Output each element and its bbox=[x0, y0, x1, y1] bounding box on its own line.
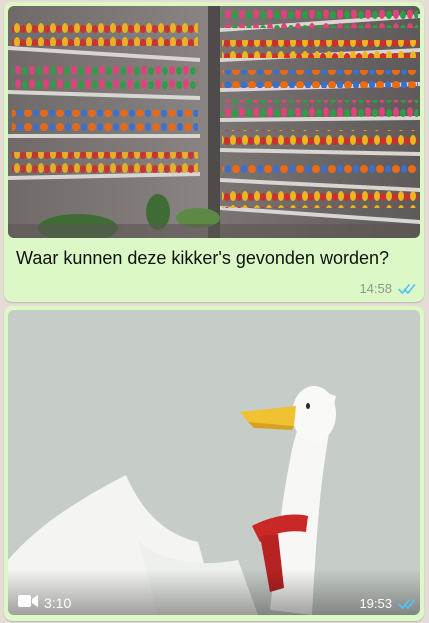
message-bubble-image[interactable]: Waar kunnen deze kikker's gevonden worde… bbox=[4, 2, 424, 302]
double-check-icon bbox=[398, 598, 416, 610]
video-camera-icon bbox=[18, 594, 38, 611]
message-meta: 14:58 bbox=[359, 281, 416, 296]
message-caption: Waar kunnen deze kikker's gevonden worde… bbox=[16, 248, 389, 268]
video-duration: 3:10 bbox=[18, 594, 71, 611]
video-thumbnail[interactable] bbox=[8, 310, 420, 615]
message-time: 14:58 bbox=[359, 281, 392, 296]
message-meta: 19:53 bbox=[359, 596, 416, 611]
message-time: 19:53 bbox=[359, 596, 392, 611]
double-check-icon bbox=[398, 283, 416, 295]
image-thumbnail[interactable] bbox=[8, 6, 420, 238]
message-bubble-video[interactable]: 3:10 19:53 bbox=[4, 306, 424, 621]
video-duration-text: 3:10 bbox=[44, 594, 72, 611]
